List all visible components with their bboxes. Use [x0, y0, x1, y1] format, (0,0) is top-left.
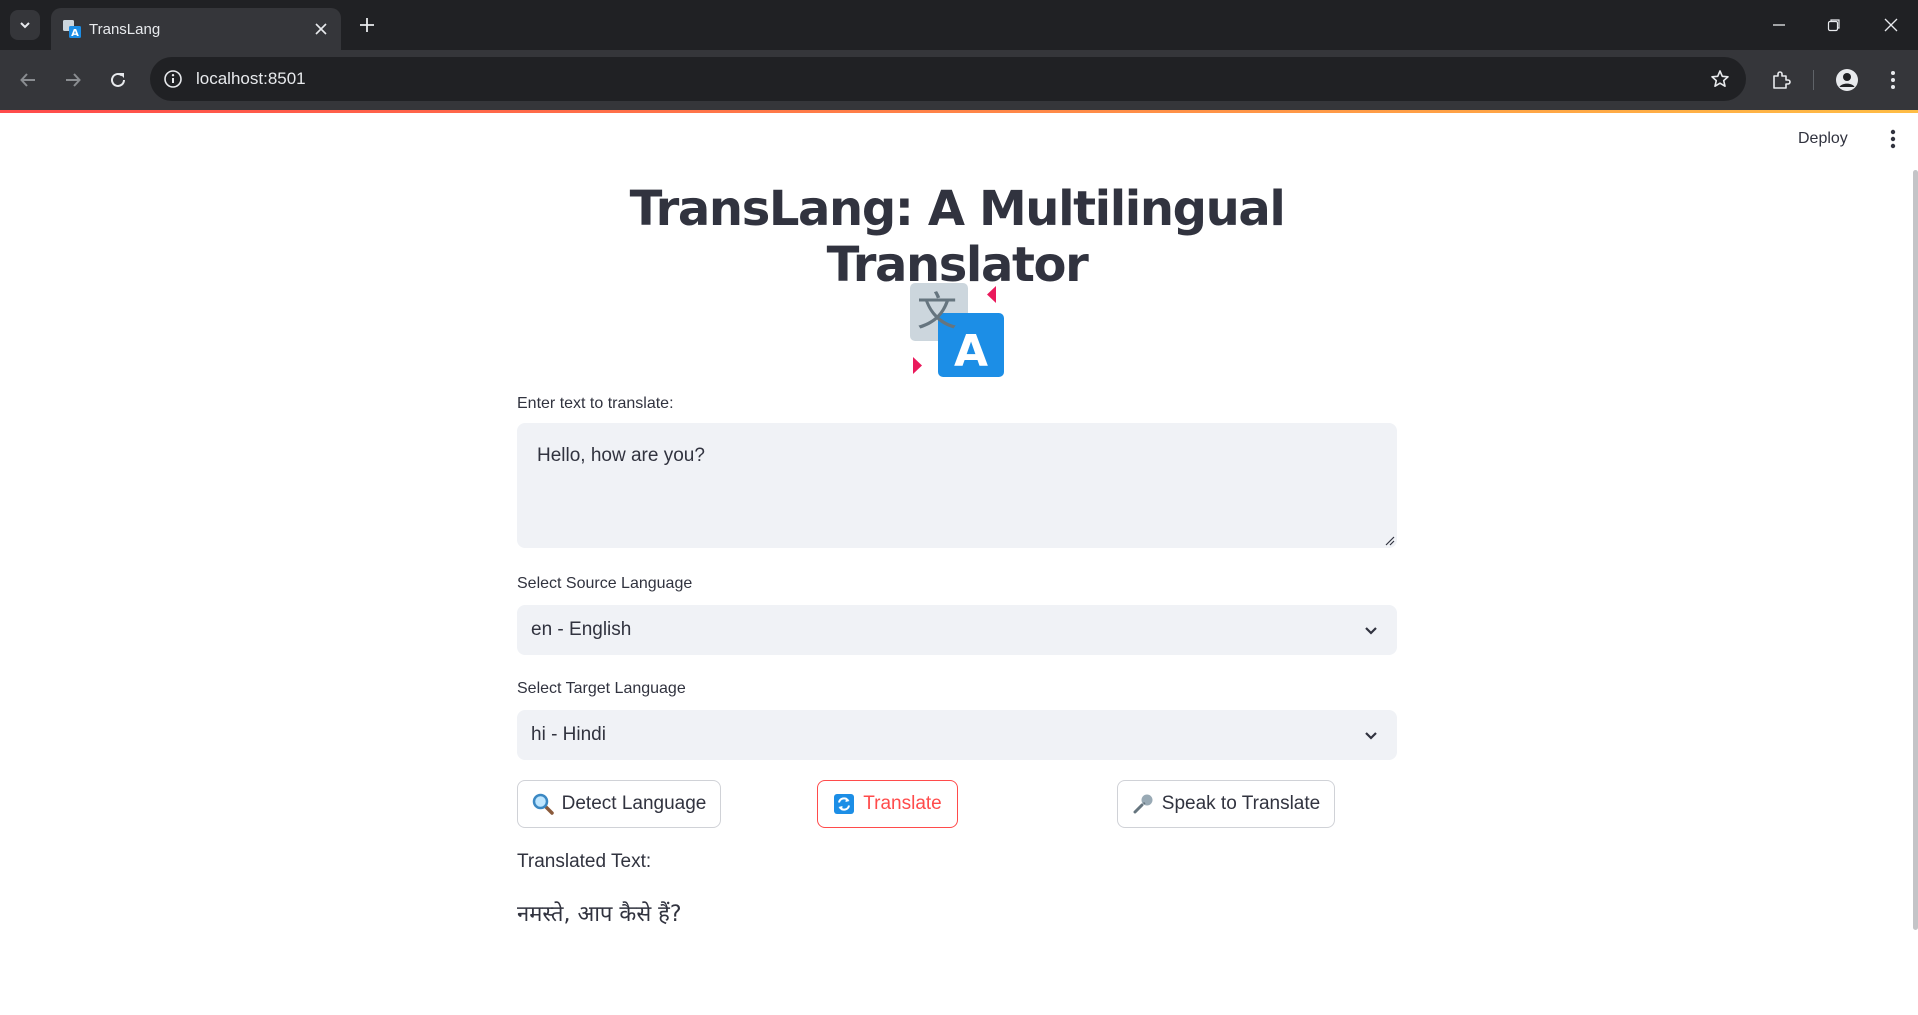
page-title: TransLang: A Multilingual Translator: [629, 181, 1286, 293]
extensions-button[interactable]: [1767, 66, 1795, 94]
input-label: Enter text to translate:: [517, 395, 674, 412]
restore-icon: [1827, 19, 1840, 32]
window-minimize-button[interactable]: [1766, 12, 1792, 38]
tab-title: TransLang: [89, 21, 161, 38]
tab-search-button[interactable]: [10, 10, 40, 40]
app-decoration-bar: [0, 110, 1918, 113]
svg-text:A: A: [71, 28, 79, 38]
deploy-button[interactable]: Deploy: [1792, 124, 1854, 154]
translate-emoji-icon: 文 A: [910, 283, 1004, 377]
back-button[interactable]: [14, 66, 42, 94]
window-close-button[interactable]: [1878, 12, 1904, 38]
translate-label: Translate: [863, 793, 942, 814]
puzzle-icon: [1773, 71, 1791, 89]
page-scrollbar[interactable]: [1913, 170, 1918, 930]
close-icon: [315, 23, 327, 35]
source-language-select[interactable]: en - English: [517, 605, 1397, 655]
browser-tab-active[interactable]: A TransLang: [51, 8, 341, 50]
kebab-menu-icon: [1891, 71, 1895, 89]
chevron-down-icon: [1359, 618, 1383, 642]
target-language-select[interactable]: hi - Hindi: [517, 710, 1397, 760]
arrow-right-icon: [66, 73, 81, 87]
speak-to-translate-label: Speak to Translate: [1161, 793, 1321, 814]
translate-button[interactable]: Translate: [817, 780, 958, 828]
translated-text-output: नमस्ते, आप कैसे हैं?: [517, 902, 682, 927]
browser-toolbar: localhost:8501: [0, 50, 1918, 110]
minimize-icon: [1773, 24, 1785, 26]
bookmark-button[interactable]: [1708, 67, 1732, 91]
arrows-cycle-icon: [833, 793, 855, 815]
reload-button[interactable]: [104, 66, 132, 94]
chevron-down-icon: [20, 22, 30, 29]
svg-text:A: A: [954, 326, 988, 377]
translated-text-label: Translated Text:: [517, 851, 652, 872]
reload-icon: [111, 72, 125, 87]
tab-close-button[interactable]: [311, 19, 331, 39]
site-info-button[interactable]: [160, 66, 186, 92]
url-text: localhost:8501: [196, 69, 306, 88]
toolbar-separator: [1813, 70, 1814, 90]
plus-icon: [360, 18, 374, 32]
source-language-value: en - English: [531, 619, 632, 640]
arrow-left-icon: [20, 73, 35, 87]
browser-menu-button[interactable]: [1879, 66, 1907, 94]
detect-language-button[interactable]: Detect Language: [517, 780, 721, 828]
svg-text:文: 文: [917, 289, 957, 335]
text-input-value: Hello, how are you?: [537, 445, 705, 466]
target-language-label: Select Target Language: [517, 680, 686, 697]
close-icon: [1884, 18, 1898, 32]
app-main-menu-button[interactable]: [1880, 124, 1906, 154]
star-icon: [1711, 70, 1729, 87]
profile-button[interactable]: [1833, 66, 1861, 94]
profile-icon: [1836, 69, 1858, 91]
address-bar[interactable]: localhost:8501: [150, 57, 1746, 101]
resize-handle-icon[interactable]: [1383, 534, 1395, 546]
target-language-value: hi - Hindi: [531, 724, 606, 745]
magnifier-icon: [532, 793, 554, 815]
kebab-menu-icon: [1890, 129, 1896, 149]
speak-to-translate-button[interactable]: Speak to Translate: [1117, 780, 1335, 828]
microphone-icon: [1132, 793, 1154, 815]
window-restore-button[interactable]: [1821, 12, 1847, 38]
chevron-down-icon: [1359, 723, 1383, 747]
info-icon: [164, 70, 182, 88]
translate-favicon-icon: A: [63, 20, 81, 38]
browser-tab-strip: A TransLang: [0, 0, 1918, 50]
detect-language-label: Detect Language: [561, 793, 707, 814]
new-tab-button[interactable]: [354, 12, 380, 38]
translate-text-input[interactable]: Hello, how are you?: [517, 423, 1397, 548]
source-language-label: Select Source Language: [517, 575, 693, 592]
forward-button[interactable]: [59, 66, 87, 94]
